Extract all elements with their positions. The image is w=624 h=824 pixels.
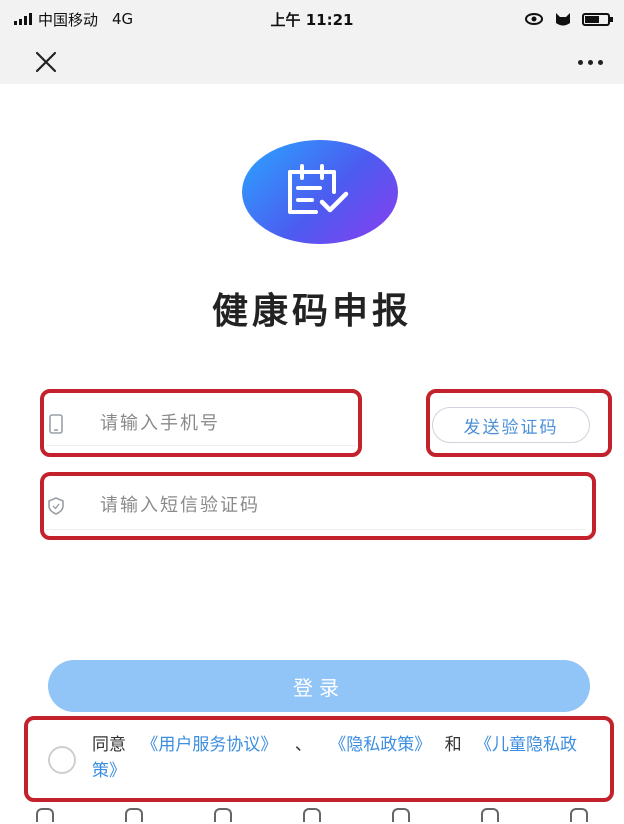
network-label: 4G [112, 10, 134, 28]
send-code-highlight [426, 389, 612, 457]
status-right [410, 11, 613, 27]
calendar-check-icon [288, 164, 349, 214]
cat-icon [556, 13, 570, 26]
bottom-toolbar [0, 808, 624, 824]
close-icon [35, 51, 57, 73]
toolbar-edit-icon[interactable] [481, 808, 500, 822]
more-icon-dot [597, 59, 603, 65]
toolbar-download-icon[interactable] [570, 808, 589, 822]
status-time: 上午 11:21 [270, 10, 354, 29]
toolbar-zoom-in-icon[interactable] [124, 808, 143, 822]
phone-field-highlight [40, 389, 362, 457]
close-button[interactable] [28, 44, 64, 80]
more-icon [577, 59, 583, 65]
more-button[interactable] [570, 44, 610, 80]
eye-icon [525, 13, 543, 25]
agreement-highlight [24, 716, 614, 802]
carrier-label: 中国移动 [38, 10, 99, 29]
sms-code-highlight [40, 472, 596, 540]
nav-bar [0, 38, 624, 84]
app-logo [242, 140, 398, 244]
signal-icon [14, 13, 32, 25]
battery-icon [582, 12, 613, 26]
toolbar-actual-size-icon[interactable] [302, 808, 321, 822]
toolbar-square-icon[interactable] [35, 808, 54, 822]
status-left: 中国移动 4G [14, 9, 214, 30]
more-icon-dot [587, 59, 593, 65]
toolbar-rotate-icon[interactable] [392, 808, 411, 822]
status-bar: 中国移动 4G 上午 11:21 [0, 0, 624, 38]
login-button[interactable]: 登录 [48, 660, 590, 712]
toolbar-zoom-out-icon[interactable] [213, 808, 232, 822]
page-title: 健康码申报 [211, 291, 412, 332]
